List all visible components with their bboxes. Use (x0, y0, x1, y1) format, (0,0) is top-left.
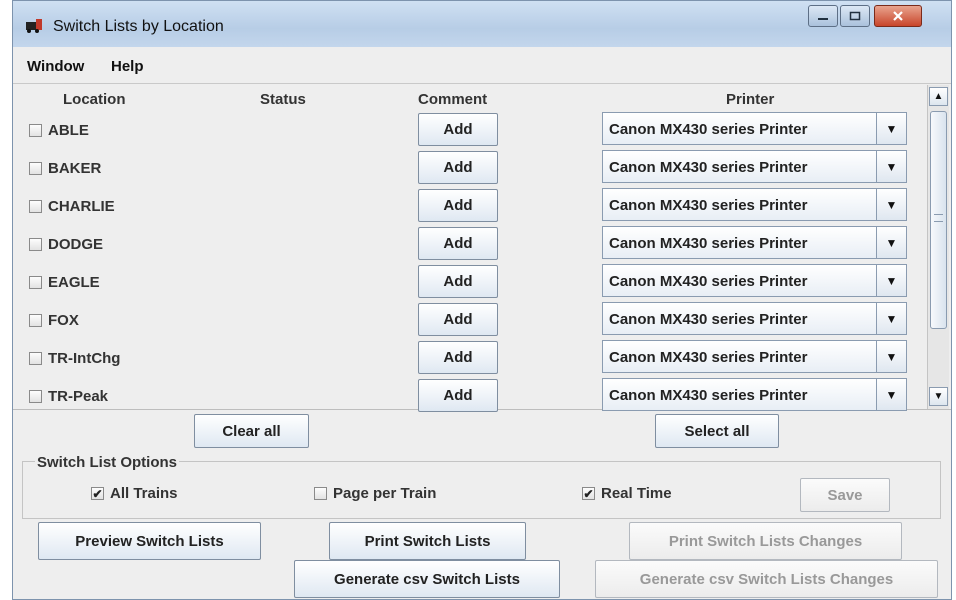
location-checkbox-row[interactable]: TR-Peak (29, 386, 108, 406)
scroll-grip-icon (934, 214, 943, 222)
dropdown-arrow-icon[interactable]: ▼ (876, 265, 906, 296)
printer-select-value: Canon MX430 series Printer (609, 387, 808, 404)
page-per-train-option[interactable]: Page per Train (314, 485, 436, 502)
add-comment-button[interactable]: Add (418, 303, 498, 336)
location-checkbox[interactable] (29, 275, 42, 289)
generate-csv-switch-lists-changes-button[interactable]: Generate csv Switch Lists Changes (595, 560, 938, 598)
location-checkbox-row[interactable]: BAKER (29, 158, 101, 178)
column-header-status: Status (260, 91, 306, 108)
printer-select[interactable]: Canon MX430 series Printer ▼ (602, 150, 907, 183)
location-table: Location Status Comment Printer ABLE Add… (13, 85, 951, 412)
location-label: CHARLIE (48, 197, 115, 215)
location-checkbox[interactable] (29, 389, 42, 403)
location-checkbox-row[interactable]: EAGLE (29, 272, 100, 292)
switch-lists-window: Switch Lists by Location Window Help Loc… (12, 0, 952, 600)
location-checkbox[interactable] (29, 237, 42, 251)
all-trains-option[interactable]: ✔ All Trains (91, 485, 178, 502)
dropdown-arrow-icon[interactable]: ▼ (876, 151, 906, 182)
dropdown-arrow-icon[interactable]: ▼ (876, 303, 906, 334)
column-header-comment: Comment (418, 91, 488, 108)
location-label: TR-IntChg (48, 349, 121, 367)
page-per-train-checkbox[interactable] (314, 487, 327, 500)
all-trains-checkbox[interactable]: ✔ (91, 487, 104, 500)
location-checkbox[interactable] (29, 199, 42, 213)
add-comment-button[interactable]: Add (418, 189, 498, 222)
save-button[interactable]: Save (800, 478, 890, 512)
location-checkbox-row[interactable]: CHARLIE (29, 196, 115, 216)
printer-select-value: Canon MX430 series Printer (609, 197, 808, 214)
dropdown-arrow-icon[interactable]: ▼ (876, 227, 906, 258)
printer-select-value: Canon MX430 series Printer (609, 121, 808, 138)
train-app-icon (26, 19, 42, 33)
location-checkbox[interactable] (29, 161, 42, 175)
location-checkbox[interactable] (29, 313, 42, 327)
location-label: BAKER (48, 159, 102, 177)
location-label: DODGE (48, 235, 104, 253)
printer-select-value: Canon MX430 series Printer (609, 273, 808, 290)
location-checkbox[interactable] (29, 123, 42, 137)
dropdown-arrow-icon[interactable]: ▼ (876, 113, 906, 144)
title-bar[interactable]: Switch Lists by Location (13, 1, 951, 47)
add-comment-button[interactable]: Add (418, 227, 498, 260)
dropdown-arrow-icon[interactable]: ▼ (876, 189, 906, 220)
printer-select[interactable]: Canon MX430 series Printer ▼ (602, 188, 907, 221)
window-title: Switch Lists by Location (53, 18, 224, 35)
add-comment-button[interactable]: Add (418, 113, 498, 146)
location-checkbox-row[interactable]: DODGE (29, 234, 103, 254)
maximize-button[interactable] (840, 5, 870, 27)
real-time-option[interactable]: ✔ Real Time (582, 485, 672, 502)
add-comment-button[interactable]: Add (418, 265, 498, 298)
vertical-scrollbar[interactable]: ▲ ▼ (927, 85, 949, 409)
location-label: EAGLE (48, 273, 100, 291)
printer-select[interactable]: Canon MX430 series Printer ▼ (602, 226, 907, 259)
location-label: TR-Peak (48, 387, 109, 405)
real-time-checkbox[interactable]: ✔ (582, 487, 595, 500)
printer-select[interactable]: Canon MX430 series Printer ▼ (602, 340, 907, 373)
printer-select-value: Canon MX430 series Printer (609, 349, 808, 366)
real-time-label: Real Time (601, 485, 672, 502)
maximize-icon (849, 11, 861, 21)
close-button[interactable] (874, 5, 922, 27)
print-switch-lists-changes-button[interactable]: Print Switch Lists Changes (629, 522, 902, 560)
menu-help[interactable]: Help (111, 58, 144, 75)
location-label: FOX (48, 311, 79, 329)
column-header-printer: Printer (726, 91, 775, 108)
select-all-button[interactable]: Select all (655, 414, 779, 448)
scroll-down-icon[interactable]: ▼ (929, 387, 948, 406)
close-icon (893, 11, 903, 21)
scrollbar-thumb[interactable] (930, 111, 947, 329)
generate-csv-switch-lists-button[interactable]: Generate csv Switch Lists (294, 560, 560, 598)
add-comment-button[interactable]: Add (418, 379, 498, 412)
location-checkbox-row[interactable]: TR-IntChg (29, 348, 120, 368)
switch-list-options-title: Switch List Options (35, 454, 180, 471)
printer-select[interactable]: Canon MX430 series Printer ▼ (602, 378, 907, 411)
add-comment-button[interactable]: Add (418, 341, 498, 374)
add-comment-button[interactable]: Add (418, 151, 498, 184)
printer-select[interactable]: Canon MX430 series Printer ▼ (602, 112, 907, 145)
clear-all-button[interactable]: Clear all (194, 414, 309, 448)
minimize-icon (818, 18, 828, 20)
menu-window[interactable]: Window (27, 58, 84, 75)
location-checkbox[interactable] (29, 351, 42, 365)
print-switch-lists-button[interactable]: Print Switch Lists (329, 522, 526, 560)
menu-bar: Window Help (13, 51, 951, 84)
all-trains-label: All Trains (110, 485, 178, 502)
scroll-up-icon[interactable]: ▲ (929, 87, 948, 106)
printer-select[interactable]: Canon MX430 series Printer ▼ (602, 302, 907, 335)
dropdown-arrow-icon[interactable]: ▼ (876, 341, 906, 372)
column-header-location: Location (63, 91, 126, 108)
location-checkbox-row[interactable]: FOX (29, 310, 79, 330)
printer-select-value: Canon MX430 series Printer (609, 235, 808, 252)
dropdown-arrow-icon[interactable]: ▼ (876, 379, 906, 410)
page-per-train-label: Page per Train (333, 485, 437, 502)
preview-switch-lists-button[interactable]: Preview Switch Lists (38, 522, 261, 560)
location-checkbox-row[interactable]: ABLE (29, 120, 89, 140)
printer-select-value: Canon MX430 series Printer (609, 311, 808, 328)
printer-select[interactable]: Canon MX430 series Printer ▼ (602, 264, 907, 297)
printer-select-value: Canon MX430 series Printer (609, 159, 808, 176)
location-label: ABLE (48, 121, 89, 139)
minimize-button[interactable] (808, 5, 838, 27)
